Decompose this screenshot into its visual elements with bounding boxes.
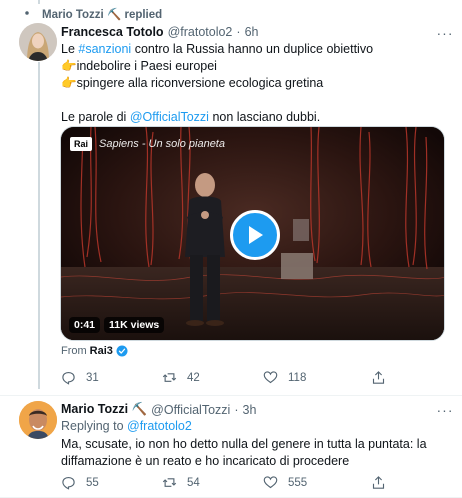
like-count: 555	[288, 476, 308, 489]
reply-action[interactable]: 55	[61, 475, 99, 490]
tweet-header: Mario Tozzi ⛏️ @OfficialTozzi · 3h	[61, 402, 256, 417]
video-meta: 0:41 11K views	[69, 317, 165, 333]
play-button[interactable]	[230, 210, 280, 260]
video-source: From Rai3	[61, 345, 128, 357]
program-title: Sapiens - Un solo pianeta	[99, 138, 225, 150]
author-handle[interactable]: @fratotolo2	[168, 25, 233, 39]
video-duration: 0:41	[69, 317, 101, 333]
tweet-text: Ma, scusate, io non ho detto nulla del g…	[61, 437, 427, 468]
social-context[interactable]: Mario Tozzi ⛏️ replied	[42, 6, 162, 22]
tweet-text: Le #sanzioni contro la Russia hanno un d…	[61, 42, 374, 124]
timestamp[interactable]: 3h	[243, 403, 257, 417]
share-icon	[372, 476, 385, 489]
retweet-icon	[162, 373, 177, 382]
more-icon[interactable]: ···	[436, 402, 454, 418]
video-overlay-title: Rai Sapiens - Un solo pianeta	[70, 137, 225, 151]
like-action[interactable]: 555	[263, 475, 307, 490]
author-handle[interactable]: @OfficialTozzi	[151, 403, 230, 417]
reply-icon	[62, 371, 75, 385]
tweet-divider	[0, 395, 462, 396]
replying-to: Replying to @fratotolo2	[61, 419, 192, 433]
thread-line-top	[38, 0, 40, 4]
retweet-action[interactable]: 42	[162, 370, 200, 385]
retweet-context-icon	[25, 11, 29, 15]
retweet-icon	[162, 478, 177, 487]
share-action[interactable]	[371, 370, 386, 385]
replying-to-link[interactable]: @fratotolo2	[127, 419, 192, 433]
retweet-count: 42	[187, 371, 200, 384]
retweet-action[interactable]: 54	[162, 475, 200, 490]
like-icon	[263, 371, 278, 384]
like-icon	[263, 476, 278, 489]
avatar[interactable]	[19, 23, 57, 61]
retweet-count: 54	[187, 476, 200, 489]
like-count: 118	[288, 371, 307, 384]
video-player[interactable]: Rai Sapiens - Un solo pianeta 0:41 11K v…	[60, 126, 445, 341]
avatar[interactable]	[19, 401, 57, 439]
like-action[interactable]: 118	[263, 370, 306, 385]
separator-dot: ·	[236, 25, 241, 39]
separator-dot: ·	[234, 402, 239, 417]
share-action[interactable]	[371, 475, 386, 490]
author-name[interactable]: Francesca Totolo	[61, 25, 164, 39]
thread-line	[38, 62, 40, 389]
video-views: 11K views	[104, 317, 165, 333]
avatar-image	[19, 401, 57, 439]
more-icon[interactable]: ···	[436, 25, 454, 41]
source-name[interactable]: Rai3	[90, 345, 113, 357]
avatar-image	[19, 23, 57, 61]
reply-count: 31	[86, 371, 99, 384]
reply-icon	[62, 476, 75, 490]
timestamp[interactable]: 6h	[245, 25, 259, 39]
hashtag-link[interactable]: #sanzioni	[78, 42, 131, 56]
social-context-text[interactable]: Mario Tozzi ⛏️ replied	[42, 7, 162, 21]
tweet-header: Francesca Totolo @fratotolo2 · 6h	[61, 25, 258, 39]
rai-logo: Rai	[70, 137, 93, 151]
pointing-emoji: 👉	[61, 76, 77, 90]
play-icon	[249, 226, 263, 244]
reply-count: 55	[86, 476, 99, 489]
reply-action[interactable]: 31	[61, 370, 99, 385]
verified-icon	[116, 345, 128, 357]
pointing-emoji: 👉	[61, 59, 77, 73]
mention-link[interactable]: @OfficialTozzi	[130, 110, 209, 124]
from-label: From	[61, 345, 87, 357]
share-icon	[372, 371, 385, 384]
author-name[interactable]: Mario Tozzi ⛏️	[61, 402, 147, 417]
